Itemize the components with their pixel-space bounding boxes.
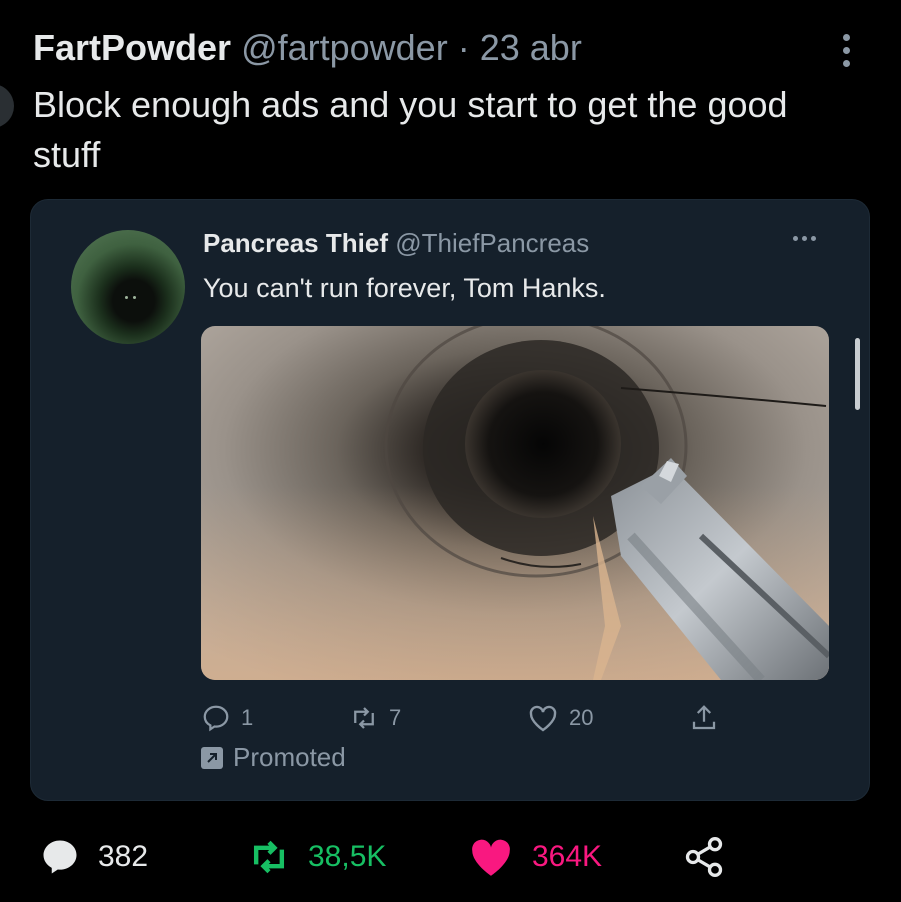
quoted-retweet-count: 7 [389, 705, 402, 730]
retweet-count: 38,5K [308, 840, 387, 873]
quoted-author-avatar[interactable] [71, 230, 185, 344]
quoted-author-handle[interactable]: @ThiefPancreas [395, 228, 589, 258]
quoted-share-button[interactable] [689, 698, 719, 738]
scrollbar-thumb[interactable] [855, 338, 860, 410]
tweet-header: FartPowder @fartpowder · 23 abr [33, 26, 582, 70]
retweet-icon [253, 840, 285, 874]
quoted-reply-button[interactable]: 1 [201, 698, 253, 738]
retweet-icon [354, 707, 374, 729]
reply-count: 382 [98, 840, 149, 873]
share-icon [692, 705, 716, 730]
header-separator: · [457, 27, 470, 68]
tunnel-photo [201, 326, 829, 680]
more-horizontal-icon[interactable] [793, 236, 816, 241]
more-vertical-icon[interactable] [832, 26, 860, 74]
tweet-screen: FartPowder @fartpowder · 23 abr Block en… [0, 0, 901, 902]
share-icon [685, 837, 723, 877]
heart-icon [472, 839, 510, 876]
quoted-tweet-card[interactable]: Pancreas Thief @ThiefPancreas You can't … [30, 199, 870, 801]
promoted-arrow-icon [201, 746, 223, 769]
retweet-button[interactable]: 38,5K [246, 834, 386, 880]
tunnel-image[interactable] [201, 326, 829, 680]
reply-button[interactable]: 382 [38, 834, 148, 880]
quoted-retweet-button[interactable]: 7 [349, 698, 401, 738]
author-name[interactable]: FartPowder [33, 27, 231, 68]
promoted-label: Promoted [201, 742, 346, 773]
tweet-date[interactable]: 23 abr [480, 27, 582, 68]
promoted-text: Promoted [233, 742, 346, 772]
like-count: 364K [532, 840, 603, 873]
heart-icon [529, 705, 557, 732]
tweet-text: Block enough ads and you start to get th… [33, 84, 788, 175]
reply-icon [43, 840, 77, 874]
quoted-header: Pancreas Thief @ThiefPancreas [203, 226, 589, 260]
share-button[interactable] [682, 834, 726, 880]
author-handle[interactable]: @fartpowder [241, 27, 448, 68]
like-button[interactable]: 364K [466, 834, 602, 880]
quoted-like-count: 20 [569, 705, 594, 730]
quoted-tweet-text: You can't run forever, Tom Hanks. [203, 273, 606, 303]
quoted-reply-count: 1 [241, 705, 254, 730]
reply-icon [203, 705, 229, 732]
quoted-like-button[interactable]: 20 [527, 698, 593, 738]
author-avatar[interactable] [0, 84, 14, 128]
quoted-author-name[interactable]: Pancreas Thief [203, 228, 388, 258]
